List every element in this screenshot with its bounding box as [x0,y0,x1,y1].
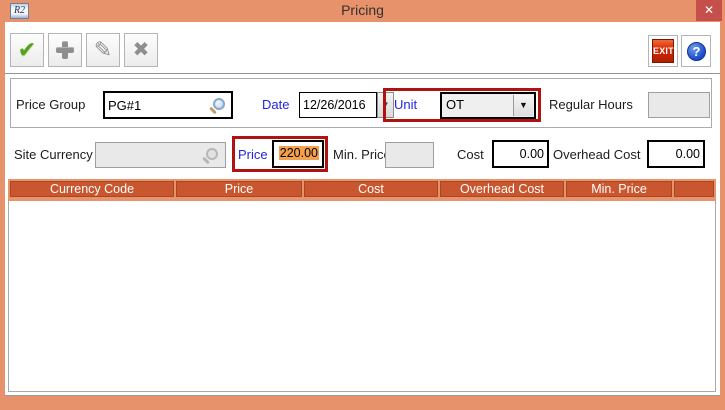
min-price-field [385,142,434,168]
overhead-cost-field-wrap [647,140,705,168]
exit-button[interactable]: EXIT [648,35,678,67]
date-label: Date [262,97,289,112]
plus-icon [56,41,74,59]
site-currency-field [95,142,226,168]
toolbar-separator [5,73,720,75]
unit-value: OT [446,97,464,112]
cost-input[interactable] [494,142,547,166]
help-button[interactable]: ? [681,35,711,67]
date-field-wrap [299,92,377,118]
regular-hours-label: Regular Hours [549,97,633,112]
delete-button[interactable]: ✖ [124,33,158,67]
column-header-spacer [674,181,714,197]
column-header-currency-code: Currency Code [10,181,174,197]
edit-button[interactable]: ✎ [86,33,120,67]
overhead-cost-input[interactable] [649,142,703,166]
regular-hours-field [648,92,710,118]
min-price-label: Min. Price [333,147,391,162]
date-input[interactable] [300,93,376,117]
exit-label: EXIT [652,39,674,63]
price-value-selected: 220.00 [279,146,319,160]
lookup-icon-disabled [206,148,218,160]
price-group-label: Price Group [16,97,85,112]
column-header-overhead-cost: Overhead Cost [440,181,564,197]
column-header-cost: Cost [304,181,438,197]
price-label: Price [238,147,268,162]
overhead-cost-label: Overhead Cost [553,147,640,162]
cost-label: Cost [457,147,484,162]
site-currency-label: Site Currency [14,147,93,162]
add-button[interactable] [48,33,82,67]
price-field[interactable]: 220.00 [272,140,324,168]
column-header-min-price: Min. Price [566,181,672,197]
cost-field-wrap [492,140,549,168]
close-icon: ✕ [704,3,714,17]
checkmark-icon: ✔ [18,37,36,62]
pencil-icon: ✎ [94,37,112,62]
accept-button[interactable]: ✔ [10,33,44,67]
unit-combobox[interactable]: OT ▼ [440,92,536,119]
chevron-down-icon[interactable]: ▼ [513,95,533,116]
lookup-icon[interactable] [213,98,225,110]
x-icon: ✖ [133,39,150,61]
title-bar: R2 Pricing ✕ [0,0,725,22]
column-header-price: Price [176,181,302,197]
window-title: Pricing [0,2,725,18]
window-content: ✔ ✎ ✖ EXIT ? Price Group Date ▼ [5,22,720,396]
grid-header-row: Currency Code Price Cost Overhead Cost M… [8,179,716,201]
grid-body-empty[interactable] [8,201,716,392]
price-group-field-wrap [103,91,233,119]
unit-label: Unit [394,97,417,112]
question-mark-icon: ? [687,42,706,61]
pricing-window: R2 Pricing ✕ ✔ ✎ ✖ EXIT ? Price Group [0,0,725,410]
close-button[interactable]: ✕ [696,0,722,21]
